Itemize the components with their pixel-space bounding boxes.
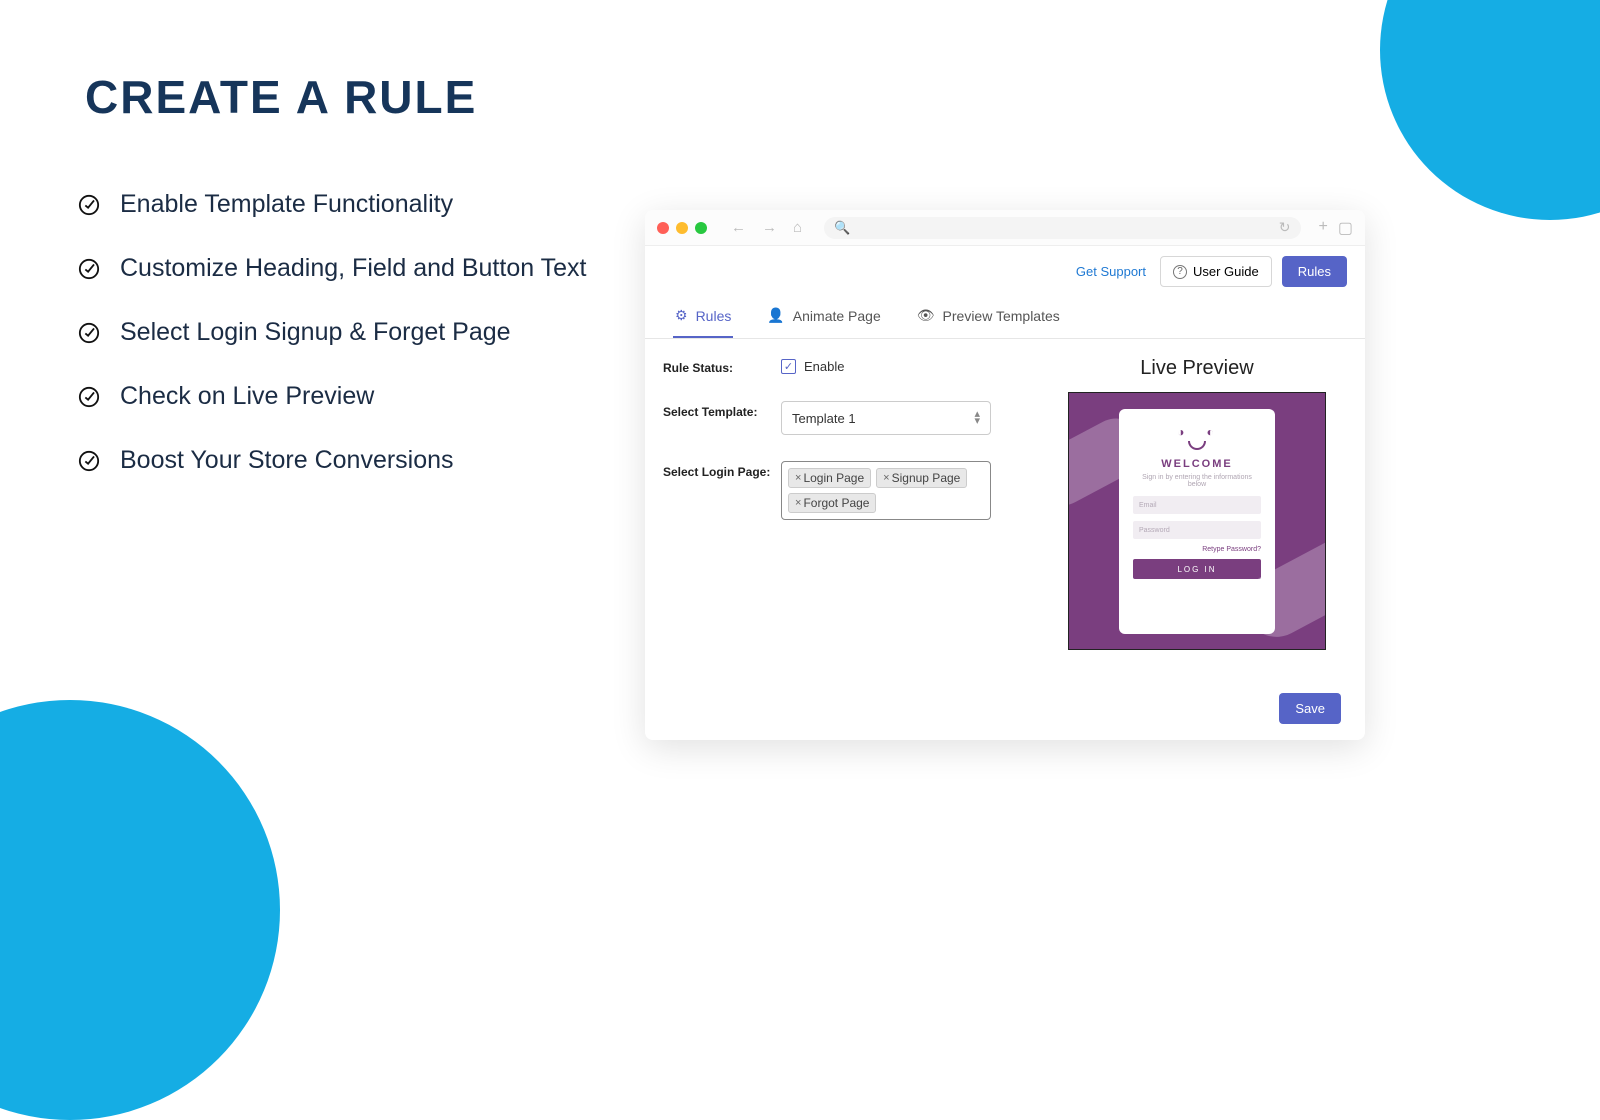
check-circle-icon bbox=[78, 386, 100, 408]
tab-animate-page[interactable]: 👤 Animate Page bbox=[765, 297, 882, 338]
smile-icon bbox=[1188, 441, 1206, 450]
tabs-icon[interactable]: ▢ bbox=[1338, 218, 1353, 238]
feature-item: Boost Your Store Conversions bbox=[78, 446, 586, 475]
feature-item: Customize Heading, Field and Button Text bbox=[78, 254, 586, 283]
rule-status-label: Rule Status: bbox=[663, 357, 781, 375]
enable-label: Enable bbox=[804, 359, 844, 374]
preview-password-field: Password bbox=[1133, 521, 1261, 539]
template-select[interactable]: Template 1 ▴▾ bbox=[781, 401, 991, 435]
enable-checkbox[interactable]: ✓ Enable bbox=[781, 359, 844, 374]
decorative-blob-bottom-left bbox=[0, 700, 280, 1120]
tag-forgot-page[interactable]: ×Forgot Page bbox=[788, 493, 876, 513]
check-circle-icon bbox=[78, 194, 100, 216]
rules-button[interactable]: Rules bbox=[1282, 256, 1347, 287]
app-footer: Save bbox=[645, 693, 1365, 740]
check-circle-icon bbox=[78, 322, 100, 344]
feature-text: Select Login Signup & Forget Page bbox=[120, 318, 511, 347]
preview-email-field: Email bbox=[1133, 496, 1261, 514]
tag-label: Login Page bbox=[803, 471, 864, 485]
feature-text: Check on Live Preview bbox=[120, 382, 374, 411]
preview-column: Live Preview ◑ ◐ WELCOME Sign in by ente… bbox=[1057, 357, 1337, 677]
decorative-blob-top-right bbox=[1380, 0, 1600, 220]
preview-subtext: Sign in by entering the informations bel… bbox=[1133, 474, 1261, 488]
form-column: Rule Status: ✓ Enable Select Template: T… bbox=[657, 357, 1057, 677]
tab-label: Animate Page bbox=[793, 308, 881, 324]
tab-bar: ⚙ Rules 👤 Animate Page 👁 Preview Templat… bbox=[645, 297, 1365, 339]
page-title: CREATE A RULE bbox=[85, 70, 477, 124]
feature-text: Boost Your Store Conversions bbox=[120, 446, 454, 475]
feature-text: Customize Heading, Field and Button Text bbox=[120, 254, 586, 283]
selected-template-value: Template 1 bbox=[792, 411, 856, 426]
home-icon[interactable]: ⌂ bbox=[789, 219, 806, 236]
close-icon[interactable] bbox=[657, 222, 669, 234]
tab-label: Preview Templates bbox=[943, 308, 1060, 324]
feature-list: Enable Template Functionality Customize … bbox=[78, 190, 586, 510]
minimize-icon[interactable] bbox=[676, 222, 688, 234]
app-header: Get Support ? User Guide Rules bbox=[645, 246, 1365, 297]
live-preview-frame: ◑ ◐ WELCOME Sign in by entering the info… bbox=[1068, 392, 1326, 650]
feature-item: Select Login Signup & Forget Page bbox=[78, 318, 586, 347]
rule-status-row: Rule Status: ✓ Enable bbox=[663, 357, 1057, 375]
face-icon: ◑ ◐ bbox=[1177, 425, 1217, 439]
gear-icon: ⚙ bbox=[675, 307, 688, 324]
select-template-label: Select Template: bbox=[663, 401, 781, 419]
eye-icon: 👁 bbox=[917, 307, 935, 324]
remove-icon[interactable]: × bbox=[795, 472, 801, 484]
check-circle-icon bbox=[78, 450, 100, 472]
select-login-page-label: Select Login Page: bbox=[663, 461, 781, 479]
reload-icon[interactable]: ↻ bbox=[1279, 219, 1291, 236]
tab-label: Rules bbox=[696, 308, 732, 324]
checkbox-icon: ✓ bbox=[781, 359, 796, 374]
forward-icon[interactable]: → bbox=[758, 219, 781, 236]
new-tab-icon[interactable]: + bbox=[1319, 218, 1328, 238]
preview-retype-link: Retype Password? bbox=[1202, 546, 1261, 553]
login-page-multiselect[interactable]: ×Login Page ×Signup Page ×Forgot Page bbox=[781, 461, 991, 520]
app-panel: Get Support ? User Guide Rules ⚙ Rules 👤… bbox=[645, 246, 1365, 740]
tab-rules[interactable]: ⚙ Rules bbox=[673, 297, 733, 338]
save-button[interactable]: Save bbox=[1279, 693, 1341, 724]
feature-text: Enable Template Functionality bbox=[120, 190, 453, 219]
chevron-updown-icon: ▴▾ bbox=[974, 411, 980, 424]
panel-body: Rule Status: ✓ Enable Select Template: T… bbox=[645, 339, 1365, 693]
get-support-link[interactable]: Get Support bbox=[1076, 264, 1146, 279]
help-icon: ? bbox=[1173, 265, 1187, 279]
preview-login-button: LOG IN bbox=[1133, 559, 1261, 579]
preview-welcome: WELCOME bbox=[1161, 458, 1232, 470]
tag-signup-page[interactable]: ×Signup Page bbox=[876, 468, 967, 488]
tab-preview-templates[interactable]: 👁 Preview Templates bbox=[915, 297, 1062, 338]
tag-label: Signup Page bbox=[892, 471, 961, 485]
back-icon[interactable]: ← bbox=[727, 219, 750, 236]
browser-toolbar: ← → ⌂ 🔍 ↻ + ▢ bbox=[645, 210, 1365, 246]
maximize-icon[interactable] bbox=[695, 222, 707, 234]
preview-login-card: ◑ ◐ WELCOME Sign in by entering the info… bbox=[1119, 409, 1275, 634]
user-guide-button[interactable]: ? User Guide bbox=[1160, 256, 1272, 287]
select-login-page-row: Select Login Page: ×Login Page ×Signup P… bbox=[663, 461, 1057, 520]
search-icon: 🔍 bbox=[834, 220, 850, 236]
address-bar[interactable]: 🔍 ↻ bbox=[824, 217, 1300, 239]
remove-icon[interactable]: × bbox=[795, 497, 801, 509]
check-circle-icon bbox=[78, 258, 100, 280]
remove-icon[interactable]: × bbox=[883, 472, 889, 484]
live-preview-title: Live Preview bbox=[1140, 357, 1253, 380]
user-guide-label: User Guide bbox=[1193, 264, 1259, 279]
window-controls bbox=[657, 222, 707, 234]
tag-login-page[interactable]: ×Login Page bbox=[788, 468, 871, 488]
feature-item: Enable Template Functionality bbox=[78, 190, 586, 219]
browser-mock: ← → ⌂ 🔍 ↻ + ▢ Get Support ? User Guide R… bbox=[645, 210, 1365, 740]
tag-label: Forgot Page bbox=[803, 496, 869, 510]
feature-item: Check on Live Preview bbox=[78, 382, 586, 411]
select-template-row: Select Template: Template 1 ▴▾ bbox=[663, 401, 1057, 435]
user-icon: 👤 bbox=[767, 307, 784, 324]
